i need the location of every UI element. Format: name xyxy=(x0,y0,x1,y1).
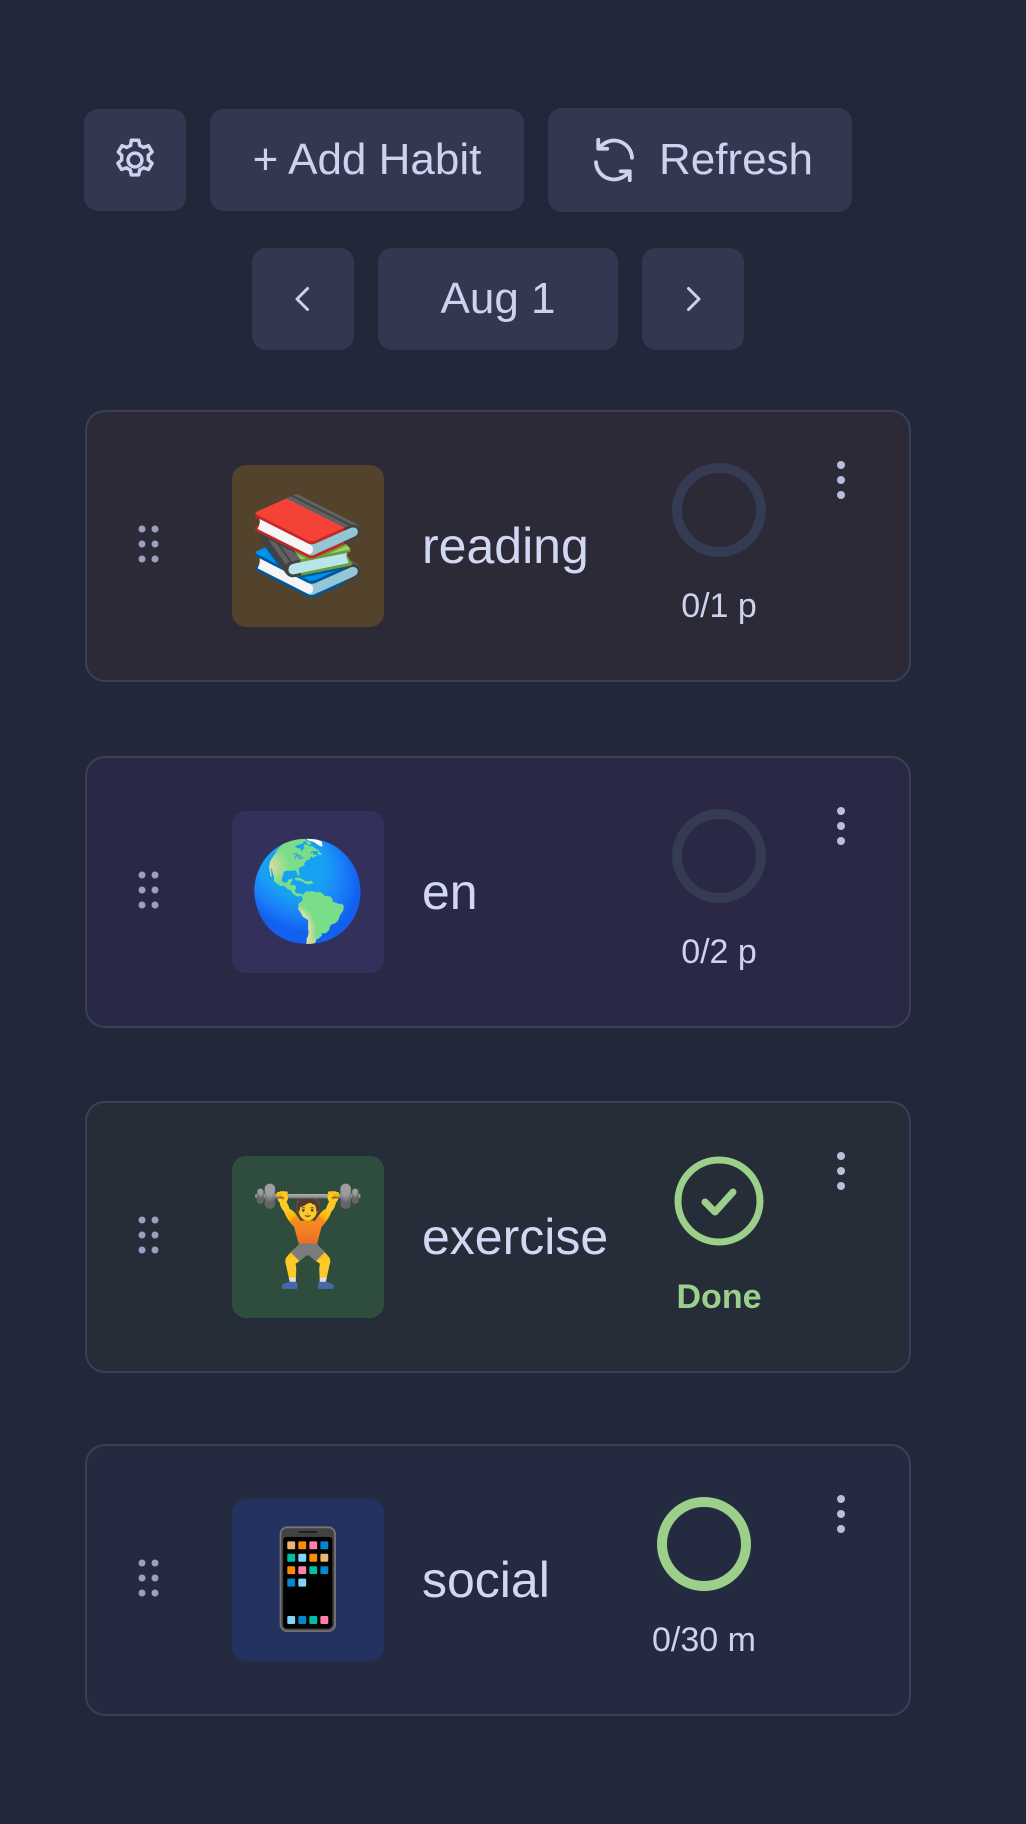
habit-emoji-icon: 📱 xyxy=(232,1499,384,1661)
previous-day-button[interactable] xyxy=(252,248,354,350)
add-habit-label: + Add Habit xyxy=(252,135,482,184)
more-options-icon[interactable] xyxy=(831,806,851,846)
drag-handle-icon[interactable] xyxy=(137,1558,161,1598)
habit-name: exercise xyxy=(422,1209,609,1265)
next-day-button[interactable] xyxy=(642,248,744,350)
more-options-icon[interactable] xyxy=(831,1494,851,1534)
more-options-icon[interactable] xyxy=(831,1151,851,1191)
habit-tracker-screen: + Add Habit Refresh Aug 1 📚 reading 0/1 … xyxy=(0,0,1026,1824)
current-date-label: Aug 1 xyxy=(440,274,556,323)
progress-text: 0/30 m xyxy=(652,1621,756,1659)
current-date-button[interactable]: Aug 1 xyxy=(378,248,618,350)
habit-emoji-icon: 🌎 xyxy=(232,811,384,973)
progress-text: 0/1 p xyxy=(681,587,757,625)
add-habit-button[interactable]: + Add Habit xyxy=(210,109,524,211)
chevron-left-icon xyxy=(285,281,321,317)
habit-card-en[interactable]: 🌎 en 0/2 p xyxy=(85,756,911,1028)
habit-card-reading[interactable]: 📚 reading 0/1 p xyxy=(85,410,911,682)
settings-button[interactable] xyxy=(84,109,186,211)
gear-icon xyxy=(109,134,161,186)
habit-emoji-icon: 🏋️ xyxy=(232,1156,384,1318)
habit-card-exercise[interactable]: 🏋️ exercise Done xyxy=(85,1101,911,1373)
progress-ring[interactable] xyxy=(669,460,769,560)
drag-handle-icon[interactable] xyxy=(137,1215,161,1255)
habit-name: reading xyxy=(422,518,589,574)
progress-ring[interactable] xyxy=(654,1494,754,1594)
chevron-right-icon xyxy=(675,281,711,317)
refresh-icon xyxy=(587,133,641,187)
refresh-button[interactable]: Refresh xyxy=(548,108,852,212)
drag-handle-icon[interactable] xyxy=(137,524,161,564)
progress-text: Done xyxy=(676,1278,762,1316)
progress-text: 0/2 p xyxy=(681,933,757,971)
habit-name: social xyxy=(422,1552,550,1608)
habit-name: en xyxy=(422,864,478,920)
habit-card-social[interactable]: 📱 social 0/30 m xyxy=(85,1444,911,1716)
more-options-icon[interactable] xyxy=(831,460,851,500)
refresh-label: Refresh xyxy=(658,135,814,184)
drag-handle-icon[interactable] xyxy=(137,870,161,910)
done-check-icon[interactable] xyxy=(669,1151,769,1251)
habit-emoji-icon: 📚 xyxy=(232,465,384,627)
progress-ring[interactable] xyxy=(669,806,769,906)
